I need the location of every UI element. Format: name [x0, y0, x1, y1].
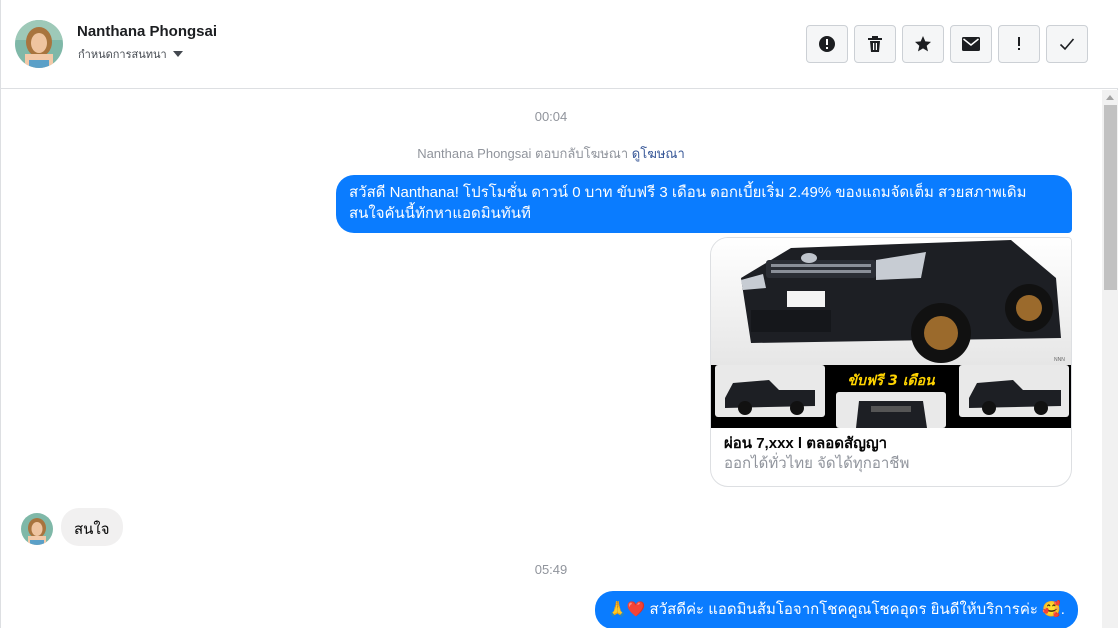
- contact-avatar[interactable]: [15, 20, 63, 68]
- messenger-window: Nanthana Phongsai กำหนดการสนทนา 00:04 Na…: [0, 0, 1118, 628]
- mark-unread-button[interactable]: [950, 25, 992, 63]
- timestamp: 05:49: [534, 562, 568, 577]
- ad-card-subtitle: ออกได้ทั่วไทย จัดได้ทุกอาชีพ: [724, 455, 910, 472]
- view-ad-link[interactable]: ดูโฆษณา: [632, 146, 685, 161]
- conversation-header: Nanthana Phongsai กำหนดการสนทนา: [1, 0, 1118, 89]
- ad-card[interactable]: NNN ขับฟรี 3 เดือน ผ่อน 7,xxx l ตลอดสัญญ…: [710, 237, 1072, 487]
- ad-banner-text: ขับฟรี 3 เดือน: [847, 372, 936, 389]
- ad-reply-text: Nanthana Phongsai ตอบกลับโฆษณา: [417, 146, 629, 161]
- message-thread[interactable]: 00:04 Nanthana Phongsai ตอบกลับโฆษณา ดูโ…: [1, 90, 1101, 628]
- svg-text:NNN: NNN: [1054, 357, 1065, 363]
- checkmark-icon: [1059, 38, 1075, 51]
- caret-down-icon: [172, 51, 183, 57]
- timestamp: 00:04: [534, 109, 568, 124]
- important-button[interactable]: [998, 25, 1040, 63]
- header-actions: [806, 25, 1088, 63]
- outgoing-message[interactable]: 🙏❤️ สวัสดีค่ะ แอดมินส้มโอจากโชคคูณโชคอุด…: [595, 591, 1078, 628]
- conversation-menu[interactable]: กำหนดการสนทนา: [78, 45, 183, 63]
- star-button[interactable]: [902, 25, 944, 63]
- mark-done-button[interactable]: [1046, 25, 1088, 63]
- scrollbar-thumb[interactable]: [1104, 105, 1117, 290]
- trash-icon: [868, 36, 882, 52]
- incoming-message[interactable]: สนใจ: [61, 508, 123, 546]
- star-icon: [915, 36, 931, 52]
- scrollbar[interactable]: [1102, 90, 1118, 628]
- report-spam-button[interactable]: [806, 25, 848, 63]
- ad-reply-note: Nanthana Phongsai ตอบกลับโฆษณา ดูโฆษณา: [1, 143, 1101, 164]
- contact-avatar-small: [21, 513, 53, 545]
- ad-image: NNN ขับฟรี 3 เดือน: [711, 238, 1071, 428]
- exclamation-icon: [1018, 37, 1020, 50]
- outgoing-message[interactable]: สวัสดี Nanthana! โปรโมชั่น ดาวน์ 0 บาท ข…: [336, 175, 1072, 233]
- envelope-icon: [962, 37, 980, 51]
- contact-name[interactable]: Nanthana Phongsai: [77, 23, 217, 40]
- conversation-menu-label: กำหนดการสนทนา: [78, 49, 167, 61]
- delete-button[interactable]: [854, 25, 896, 63]
- alert-circle-icon: [819, 36, 835, 52]
- scroll-up-arrow-icon[interactable]: [1106, 95, 1114, 100]
